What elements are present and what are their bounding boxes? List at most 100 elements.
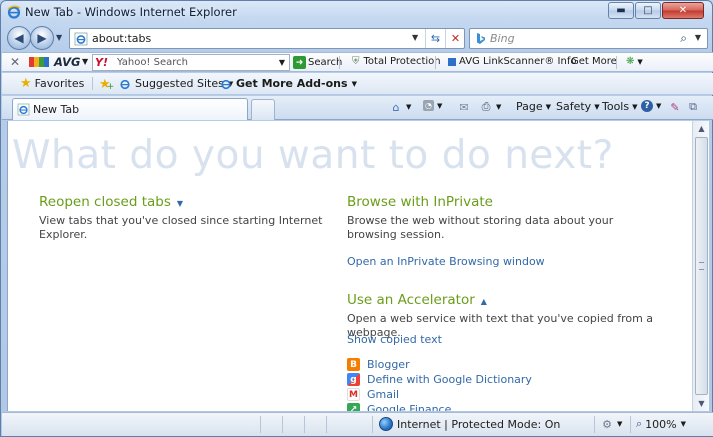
favorites-item-suggested-sites[interactable]: Suggested Sites ▼ <box>119 77 233 90</box>
favorites-bar: ★ Favorites ★ + Suggested Sites ▼ Get Mor… <box>2 73 713 95</box>
stop-icon: ✕ <box>450 32 461 45</box>
yahoo-dropdown-icon[interactable]: ▼ <box>279 58 285 67</box>
safety-menu[interactable]: Safety ▼ <box>556 100 600 113</box>
yahoo-search-text: Yahoo! Search <box>117 57 188 68</box>
status-divider <box>326 416 327 433</box>
status-divider <box>260 416 261 433</box>
research-button[interactable]: ✎ <box>668 100 682 114</box>
zoom-magnifier-icon: ⌕ <box>636 417 643 430</box>
recent-pages-dropdown-icon[interactable]: ▼ <box>56 33 62 42</box>
favorites-item-label: Get More Add-ons <box>236 77 348 90</box>
chevron-down-icon: ▼ <box>617 420 623 428</box>
url-text[interactable]: about:tabs <box>92 32 151 45</box>
status-divider <box>372 416 373 433</box>
back-arrow-icon: ◀ <box>14 31 24 45</box>
total-protection-button[interactable]: ⛨ Total Protection <box>352 56 441 67</box>
chevron-down-icon: ▼ <box>406 103 412 111</box>
toolbar-separator <box>616 56 617 69</box>
avg-menu-dropdown-icon[interactable]: ▼ <box>82 57 88 66</box>
accelerator-item-gmail[interactable]: M Gmail <box>347 388 399 401</box>
help-button[interactable]: ? ▼ <box>641 100 661 112</box>
favorites-button[interactable]: ★ Favorites <box>20 76 84 91</box>
show-copied-text-link[interactable]: Show copied text <box>347 333 442 346</box>
window-controls: ▬ □ ✕ <box>607 2 704 19</box>
accelerator-item-label: Google Finance <box>367 403 452 411</box>
open-inprivate-link[interactable]: Open an InPrivate Browsing window <box>347 255 545 268</box>
avg-brand[interactable]: AVG <box>54 55 80 69</box>
shield-icon: ⛨ <box>352 56 360 67</box>
get-more-button[interactable]: Get More <box>571 56 617 67</box>
search-box[interactable]: Bing ⌕ ▼ <box>469 28 708 49</box>
page-menu[interactable]: Page ▼ <box>516 100 551 113</box>
chevron-down-icon: ▼ <box>496 103 502 111</box>
refresh-button[interactable]: ⇆ <box>425 29 445 48</box>
read-mail-button[interactable]: ✉ <box>457 100 471 114</box>
back-button[interactable]: ◀ <box>7 26 31 50</box>
close-window-button[interactable]: ✕ <box>662 2 704 19</box>
onenote-button[interactable]: ⧉ <box>686 100 700 114</box>
search-options-dropdown-icon[interactable]: ▼ <box>695 33 701 42</box>
chevron-down-icon: ▼ <box>437 101 443 110</box>
accelerator-item-google-finance[interactable]: ↗ Google Finance <box>347 403 451 411</box>
settings-icon: ❋ <box>626 56 635 67</box>
new-tab-button[interactable] <box>251 99 275 120</box>
scrollbar-grip-icon <box>699 262 704 270</box>
zoom-level[interactable]: ⌕ 100% ▼ <box>636 417 686 431</box>
chevron-up-icon: ▲ <box>480 297 487 306</box>
avg-search-button[interactable]: ➜ Search <box>293 56 342 69</box>
search-magnifier-icon[interactable]: ⌕ <box>680 31 687 46</box>
stop-button[interactable]: ✕ <box>445 29 465 48</box>
address-bar[interactable]: about:tabs ▼ ⇆ ✕ <box>69 28 465 49</box>
chevron-down-icon: ▼ <box>656 102 662 110</box>
tab-label: New Tab <box>33 103 80 116</box>
yahoo-search-input[interactable]: Y! Yahoo! Search ▼ <box>92 54 290 71</box>
scrollbar-thumb[interactable] <box>695 137 708 395</box>
status-divider <box>304 416 305 433</box>
research-icon: ✎ <box>670 100 680 114</box>
page-menu-label: Page <box>516 100 543 113</box>
google-finance-icon: ↗ <box>347 403 360 411</box>
blogger-icon: B <box>347 358 360 371</box>
options-dropdown-icon: ▼ <box>637 57 643 66</box>
forward-button[interactable]: ▶ <box>30 26 54 50</box>
vertical-scrollbar[interactable]: ▲ ▼ <box>692 121 709 411</box>
accelerator-item-label: Define with Google Dictionary <box>367 373 532 386</box>
reopen-closed-tabs-heading[interactable]: Reopen closed tabs ▼ <box>39 194 183 210</box>
page-headline: What do you want to do next? <box>12 133 614 178</box>
avg-options-button[interactable]: ❋ ▼ <box>626 56 643 67</box>
scroll-up-icon[interactable]: ▲ <box>694 121 709 136</box>
internet-globe-icon <box>379 417 393 431</box>
accelerator-heading[interactable]: Use an Accelerator ▲ <box>347 292 487 308</box>
security-zone-status[interactable]: Internet | Protected Mode: On <box>379 417 560 431</box>
chevron-down-icon: ▼ <box>351 79 357 88</box>
accelerator-item-label: Blogger <box>367 358 410 371</box>
status-bar: Internet | Protected Mode: On ⚙ ▼ ⌕ 100% … <box>2 412 713 436</box>
home-button[interactable]: ⌂ ▼ <box>389 100 412 114</box>
chevron-down-icon: ▼ <box>632 102 638 111</box>
feeds-button[interactable]: ◔ ▼ <box>423 100 442 111</box>
protected-mode-button[interactable]: ⚙ ▼ <box>600 417 622 431</box>
zoom-label: 100% <box>645 417 677 431</box>
page-content: What do you want to do next? Reopen clos… <box>7 121 692 411</box>
chevron-down-icon: ▼ <box>545 102 552 111</box>
accelerator-item-google-dictionary[interactable]: g Define with Google Dictionary <box>347 373 532 386</box>
linkscanner-button[interactable]: AVG LinkScanner® Info <box>448 56 576 67</box>
maximize-button[interactable]: □ <box>635 2 661 19</box>
tools-menu[interactable]: Tools ▼ <box>602 100 638 113</box>
reopen-description: View tabs that you've closed since start… <box>39 214 323 241</box>
add-to-favorites-bar-icon[interactable]: ★ + <box>99 77 114 92</box>
close-toolbar-icon[interactable]: ✕ <box>10 55 20 69</box>
tools-menu-label: Tools <box>602 100 630 113</box>
ie-logo-icon <box>7 5 21 19</box>
scroll-down-icon[interactable]: ▼ <box>694 396 709 411</box>
address-dropdown-icon[interactable]: ▼ <box>412 33 418 42</box>
favorites-item-get-more-addons[interactable]: Get More Add-ons ▼ <box>220 77 357 90</box>
forward-arrow-icon: ▶ <box>37 31 47 45</box>
status-divider <box>630 416 631 433</box>
minimize-button[interactable]: ▬ <box>608 2 634 19</box>
tab-new-tab[interactable]: New Tab <box>12 98 248 120</box>
close-icon: ✕ <box>678 5 688 16</box>
favorites-item-label: Suggested Sites <box>135 77 224 90</box>
print-button[interactable]: ⎙ ▼ <box>479 100 502 114</box>
accelerator-item-blogger[interactable]: B Blogger <box>347 358 410 371</box>
